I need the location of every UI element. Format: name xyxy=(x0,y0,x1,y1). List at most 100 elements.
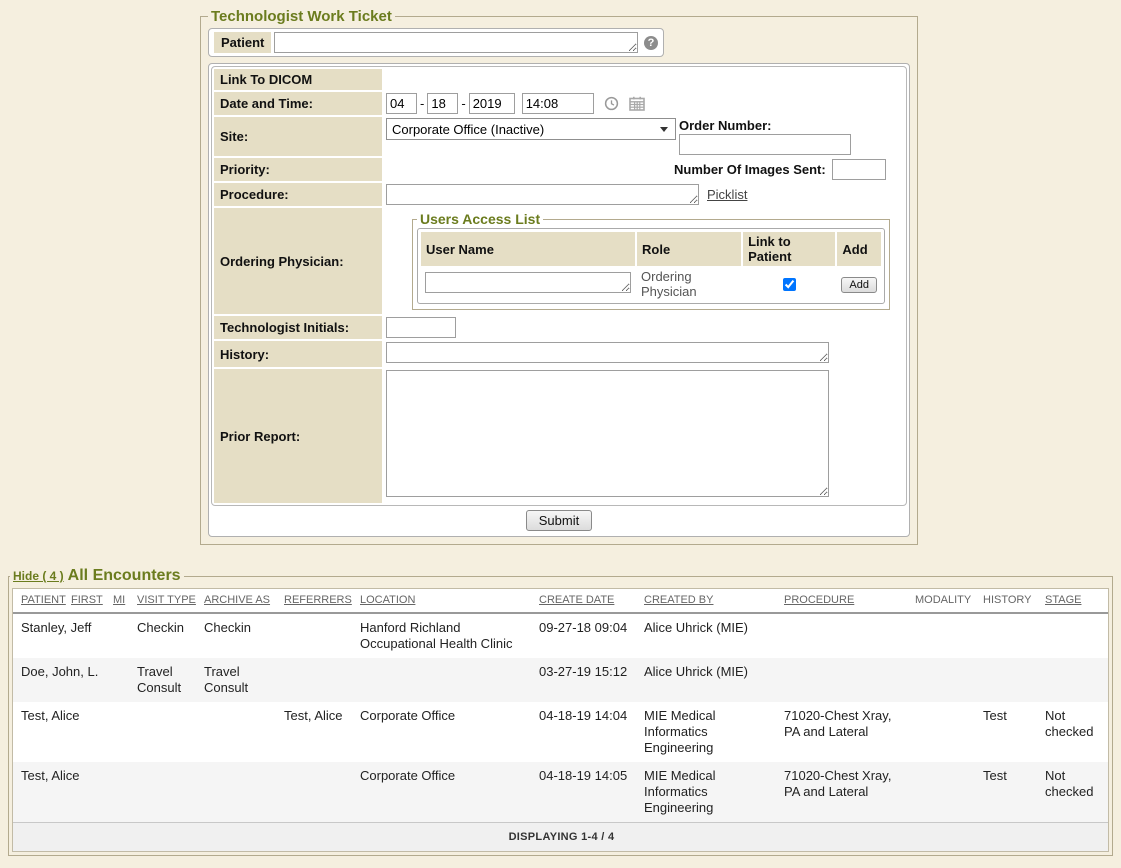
help-icon[interactable]: ? xyxy=(644,36,658,50)
cell-procedure xyxy=(784,613,915,658)
cell-visit-type: Travel Consult xyxy=(137,658,204,702)
procedure-input[interactable] xyxy=(386,184,699,205)
patient-input[interactable] xyxy=(274,32,638,53)
col-header-created-by[interactable]: CREATED BY xyxy=(644,589,784,613)
cell-visit-type xyxy=(137,762,204,823)
col-header-modality: MODALITY xyxy=(915,589,983,613)
col-header-patient[interactable]: PATIENT xyxy=(13,589,71,613)
cell-referrers xyxy=(284,613,360,658)
ordering-physician-label: Ordering Physician: xyxy=(214,208,382,314)
hide-encounters-link[interactable]: Hide ( 4 ) xyxy=(13,569,64,583)
cell-create-date: 04-18-19 14:04 xyxy=(539,702,644,762)
col-header-mi[interactable]: MI xyxy=(113,589,137,613)
cell-location: Hanford Richland Occupational Health Cli… xyxy=(360,613,539,658)
cell-created-by: MIE Medical Informatics Engineering xyxy=(644,762,784,823)
cell-created-by: Alice Uhrick (MIE) xyxy=(644,658,784,702)
time-input[interactable] xyxy=(522,93,594,114)
cell-name: Doe, John, L. xyxy=(13,658,137,702)
work-ticket-section: Technologist Work Ticket Patient ? Link … xyxy=(200,8,918,545)
cell-referrers xyxy=(284,762,360,823)
col-header-stage[interactable]: STAGE xyxy=(1045,589,1108,613)
encounters-header-row: PATIENTFIRSTMIVISIT TYPEARCHIVE ASREFERR… xyxy=(13,589,1108,613)
ual-user-name-input[interactable] xyxy=(425,272,631,293)
cell-name: Test, Alice xyxy=(13,762,137,823)
encounters-table-box: PATIENTFIRSTMIVISIT TYPEARCHIVE ASREFERR… xyxy=(12,588,1109,852)
procedure-label: Procedure: xyxy=(214,183,382,206)
link-to-dicom-header: Link To DICOM xyxy=(214,69,382,90)
date-month-input[interactable] xyxy=(386,93,417,114)
cell-create-date: 04-18-19 14:05 xyxy=(539,762,644,823)
cell-stage xyxy=(1045,658,1108,702)
cell-modality xyxy=(915,613,983,658)
site-select[interactable]: Corporate Office (Inactive) xyxy=(386,118,676,140)
site-label: Site: xyxy=(214,117,382,156)
cell-create-date: 03-27-19 15:12 xyxy=(539,658,644,702)
encounter-row: Stanley, JeffCheckinCheckinHanford Richl… xyxy=(13,613,1108,658)
cell-created-by: MIE Medical Informatics Engineering xyxy=(644,702,784,762)
col-header-visit-type[interactable]: VISIT TYPE xyxy=(137,589,204,613)
encounter-row: Test, AliceCorporate Office04-18-19 14:0… xyxy=(13,762,1108,823)
history-input[interactable] xyxy=(386,342,829,363)
cell-modality xyxy=(915,702,983,762)
images-sent-label: Number Of Images Sent: xyxy=(674,162,826,177)
ual-role-value: Ordering Physician xyxy=(641,269,697,299)
col-header-referrers[interactable]: REFERRERS xyxy=(284,589,360,613)
users-access-list-section: Users Access List User Name Role Link to… xyxy=(412,211,890,310)
all-encounters-section: Hide ( 4 ) All Encounters PATIENTFIRSTMIV… xyxy=(8,567,1113,856)
ual-col-add: Add xyxy=(837,232,881,266)
priority-label: Priority: xyxy=(214,158,382,181)
date-time-label: Date and Time: xyxy=(214,92,382,115)
cell-stage: Not checked xyxy=(1045,762,1108,823)
cell-history xyxy=(983,613,1045,658)
date-separator: - xyxy=(420,96,424,111)
cell-procedure: 71020-Chest Xray, PA and Lateral xyxy=(784,762,915,823)
order-number-label: Order Number: xyxy=(679,118,851,133)
patient-field-box: Patient ? xyxy=(208,28,664,57)
encounters-table: PATIENTFIRSTMIVISIT TYPEARCHIVE ASREFERR… xyxy=(13,589,1108,851)
all-encounters-legend: Hide ( 4 ) All Encounters xyxy=(10,567,184,585)
cell-archive-as: Checkin xyxy=(204,613,284,658)
cell-archive-as xyxy=(204,762,284,823)
tech-initials-label: Technologist Initials: xyxy=(214,316,382,339)
work-ticket-form: Link To DICOM Date and Time: - - xyxy=(208,63,910,537)
col-header-procedure[interactable]: PROCEDURE xyxy=(784,589,915,613)
col-header-first[interactable]: FIRST xyxy=(71,589,113,613)
cell-location xyxy=(360,658,539,702)
all-encounters-title: All Encounters xyxy=(68,567,181,584)
displaying-count: DISPLAYING 1-4 / 4 xyxy=(13,823,1108,852)
order-number-input[interactable] xyxy=(679,134,851,155)
prior-report-label: Prior Report: xyxy=(214,369,382,503)
patient-label: Patient xyxy=(214,32,271,53)
ual-col-user-name: User Name xyxy=(421,232,635,266)
col-header-archive-as[interactable]: ARCHIVE AS xyxy=(204,589,284,613)
clock-icon[interactable] xyxy=(604,96,619,111)
cell-visit-type: Checkin xyxy=(137,613,204,658)
cell-stage: Not checked xyxy=(1045,702,1108,762)
cell-history: Test xyxy=(983,762,1045,823)
users-access-list-title: Users Access List xyxy=(417,211,543,227)
cell-visit-type xyxy=(137,702,204,762)
ual-col-role: Role xyxy=(637,232,741,266)
date-day-input[interactable] xyxy=(427,93,458,114)
cell-procedure xyxy=(784,658,915,702)
col-header-create-date[interactable]: CREATE DATE xyxy=(539,589,644,613)
tech-initials-input[interactable] xyxy=(386,317,456,338)
cell-archive-as: Travel Consult xyxy=(204,658,284,702)
submit-button[interactable]: Submit xyxy=(526,510,592,531)
link-to-patient-checkbox[interactable] xyxy=(783,278,796,291)
work-ticket-title: Technologist Work Ticket xyxy=(208,8,395,25)
col-header-location[interactable]: LOCATION xyxy=(360,589,539,613)
date-year-input[interactable] xyxy=(469,93,515,114)
cell-referrers xyxy=(284,658,360,702)
encounters-table-body: Stanley, JeffCheckinCheckinHanford Richl… xyxy=(13,613,1108,823)
calendar-icon[interactable] xyxy=(629,96,645,111)
cell-modality xyxy=(915,762,983,823)
images-sent-input[interactable] xyxy=(832,159,886,180)
cell-modality xyxy=(915,658,983,702)
prior-report-input[interactable] xyxy=(386,370,829,497)
cell-archive-as xyxy=(204,702,284,762)
cell-procedure: 71020-Chest Xray, PA and Lateral xyxy=(784,702,915,762)
ual-add-button[interactable]: Add xyxy=(841,277,877,293)
picklist-link[interactable]: Picklist xyxy=(707,187,747,202)
col-header-history: HISTORY xyxy=(983,589,1045,613)
